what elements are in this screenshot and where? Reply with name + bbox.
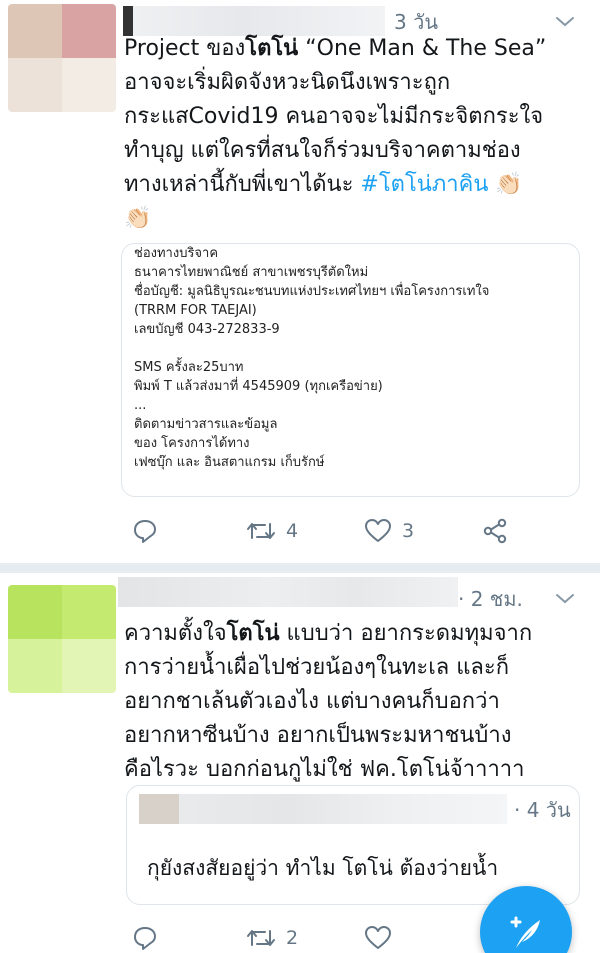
- like-button[interactable]: 3: [364, 518, 414, 544]
- retweet-icon: [247, 930, 275, 946]
- reply-button[interactable]: [132, 925, 168, 951]
- retweet-button[interactable]: 2: [246, 925, 298, 951]
- avatar-pixel: [8, 58, 62, 112]
- quoted-text: กุยังสงสัยอยู่ว่า ทำไม โตโน่ ต้องว่ายน้ำ: [147, 856, 499, 880]
- reply-button[interactable]: [132, 518, 168, 544]
- retweet-button[interactable]: 4: [246, 518, 298, 544]
- bold-mention: โตโน่: [245, 36, 299, 61]
- donation-info-text: ช่องทางบริจาค ธนาคารไทยพาณิชย์ สาขาเพชรบ…: [134, 246, 490, 470]
- bold-mention: โตโน่: [226, 621, 280, 646]
- heart-icon: [365, 926, 391, 949]
- tweet-time: · 2 ชม.: [458, 587, 523, 611]
- share-icon: [483, 518, 507, 544]
- retweet-count: 2: [286, 927, 299, 949]
- tweet-text: ความตั้งใจโตโน่ แบบว่า อยากระดมทุมจาก กา…: [124, 617, 594, 787]
- author-name-pixelated[interactable]: [118, 577, 458, 607]
- retweet-count: 4: [286, 520, 299, 542]
- chevron-down-icon[interactable]: [553, 589, 577, 609]
- heart-icon: [365, 519, 391, 542]
- reply-icon: [134, 927, 156, 950]
- avatar-pixel: [8, 639, 62, 693]
- tweet-separator: [0, 563, 600, 573]
- like-count: 3: [402, 520, 415, 542]
- image-attachment[interactable]: ช่องทางบริจาค ธนาคารไทยพาณิชย์ สาขาเพชรบ…: [121, 243, 580, 497]
- avatar-pixel: [62, 4, 116, 58]
- compose-feather-icon: [510, 916, 540, 948]
- avatar-pixel: [8, 585, 62, 639]
- share-button[interactable]: [482, 518, 508, 544]
- hashtag-link[interactable]: #โตโน่ภาคิน: [360, 172, 488, 197]
- avatar[interactable]: [8, 585, 116, 693]
- chevron-down-icon[interactable]: [553, 12, 577, 32]
- tweet-text-segment: ความตั้งใจ: [124, 621, 227, 646]
- tweet-text-segment: Project ของ: [124, 36, 246, 61]
- quoted-author-pixelated: [139, 794, 507, 824]
- avatar-pixel: [62, 639, 116, 693]
- avatar-pixel: [62, 58, 116, 112]
- retweet-icon: [247, 523, 275, 539]
- reply-icon: [134, 520, 156, 543]
- tweet-actions: 4 3: [0, 512, 600, 552]
- tweet-text: Project ของโตโน่ “One Man & The Sea” อาจ…: [124, 32, 594, 236]
- avatar[interactable]: [8, 4, 116, 112]
- like-button[interactable]: [364, 925, 402, 951]
- tweet-1[interactable]: 3 วัน Project ของโตโน่ “One Man & The Se…: [0, 0, 600, 563]
- avatar-pixel: [8, 4, 62, 58]
- avatar-pixel: [62, 585, 116, 639]
- quoted-time: · 4 วัน: [514, 798, 571, 822]
